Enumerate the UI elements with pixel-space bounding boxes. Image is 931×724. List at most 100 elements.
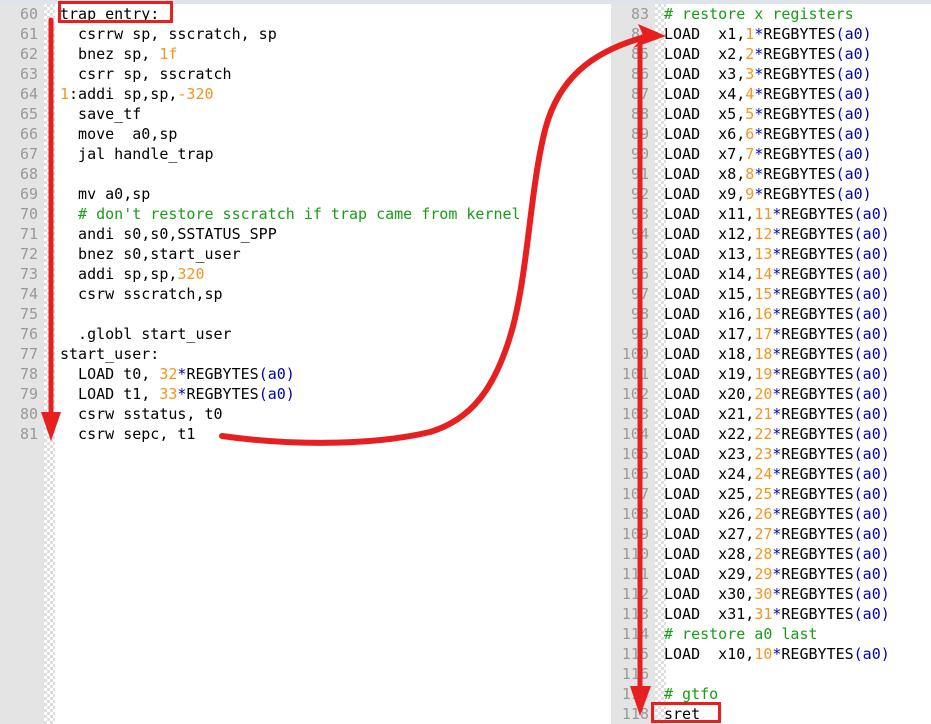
code-line[interactable]: 101 LOAD x19,19*REGBYTES(a0) [604,364,931,384]
code-text[interactable]: LOAD x22,22*REGBYTES(a0) [664,424,890,444]
code-line[interactable]: 93 LOAD x11,11*REGBYTES(a0) [604,204,931,224]
code-text[interactable]: move a0,sp [60,124,177,144]
code-line[interactable]: 84 LOAD x1,1*REGBYTES(a0) [604,24,931,44]
code-text[interactable]: .globl start_user [60,324,232,344]
code-pane-left[interactable]: 60 trap_entry: 61 csrrw sp, sscratch, sp 62… [0,4,604,724]
code-text[interactable]: LOAD x28,28*REGBYTES(a0) [664,544,890,564]
code-text[interactable]: LOAD x19,19*REGBYTES(a0) [664,364,890,384]
code-text[interactable]: LOAD x3,3*REGBYTES(a0) [664,64,872,84]
code-line[interactable]: 81 csrw sepc, t1 [0,424,604,444]
code-text[interactable]: # restore x registers [664,4,854,24]
code-text[interactable]: LOAD x18,18*REGBYTES(a0) [664,344,890,364]
code-line[interactable]: 109 LOAD x27,27*REGBYTES(a0) [604,524,931,544]
code-line[interactable]: 106 LOAD x24,24*REGBYTES(a0) [604,464,931,484]
code-text[interactable]: LOAD x27,27*REGBYTES(a0) [664,524,890,544]
code-line[interactable]: 64 1:addi sp,sp,-320 [0,84,604,104]
code-line[interactable]: 65 save_tf [0,104,604,124]
code-text[interactable]: LOAD x16,16*REGBYTES(a0) [664,304,890,324]
code-text[interactable]: LOAD x8,8*REGBYTES(a0) [664,164,872,184]
code-line[interactable]: 105 LOAD x23,23*REGBYTES(a0) [604,444,931,464]
code-text[interactable]: LOAD x29,29*REGBYTES(a0) [664,564,890,584]
code-text[interactable]: LOAD t0, 32*REGBYTES(a0) [60,364,295,384]
code-line[interactable]: 76 .globl start_user [0,324,604,344]
code-text[interactable]: csrw sepc, t1 [60,424,195,444]
code-text[interactable]: andi s0,s0,SSTATUS_SPP [60,224,277,244]
code-line[interactable]: 66 move a0,sp [0,124,604,144]
code-text[interactable]: save_tf [60,104,141,124]
code-line[interactable]: 103 LOAD x21,21*REGBYTES(a0) [604,404,931,424]
code-line[interactable]: 102 LOAD x20,20*REGBYTES(a0) [604,384,931,404]
code-line[interactable]: 70 # don't restore sscratch if trap came… [0,204,604,224]
code-text[interactable]: LOAD x13,13*REGBYTES(a0) [664,244,890,264]
code-line[interactable]: 85 LOAD x2,2*REGBYTES(a0) [604,44,931,64]
code-lines-right[interactable]: 83 # restore x registers 84 LOAD x1,1*REGBY… [604,4,931,724]
code-text[interactable]: LOAD x17,17*REGBYTES(a0) [664,324,890,344]
code-text[interactable]: LOAD x10,10*REGBYTES(a0) [664,644,890,664]
code-text[interactable]: mv a0,sp [60,184,150,204]
code-line[interactable]: 111 LOAD x29,29*REGBYTES(a0) [604,564,931,584]
code-line[interactable]: 83 # restore x registers [604,4,931,24]
code-text[interactable]: LOAD x24,24*REGBYTES(a0) [664,464,890,484]
code-line[interactable]: 87 LOAD x4,4*REGBYTES(a0) [604,84,931,104]
code-line[interactable]: 62 bnez sp, 1f [0,44,604,64]
code-line[interactable]: 110 LOAD x28,28*REGBYTES(a0) [604,544,931,564]
code-line[interactable]: 94 LOAD x12,12*REGBYTES(a0) [604,224,931,244]
code-line[interactable]: 69 mv a0,sp [0,184,604,204]
code-pane-right[interactable]: 83 # restore x registers 84 LOAD x1,1*REGBY… [604,4,931,724]
code-text[interactable]: csrw sscratch,sp [60,284,223,304]
code-line[interactable]: 96 LOAD x14,14*REGBYTES(a0) [604,264,931,284]
code-text[interactable]: LOAD x14,14*REGBYTES(a0) [664,264,890,284]
code-text[interactable]: csrw sstatus, t0 [60,404,223,424]
code-line[interactable]: 91 LOAD x8,8*REGBYTES(a0) [604,164,931,184]
code-line[interactable]: 104 LOAD x22,22*REGBYTES(a0) [604,424,931,444]
code-text[interactable]: addi sp,sp,320 [60,264,204,284]
code-line[interactable]: 107 LOAD x25,25*REGBYTES(a0) [604,484,931,504]
code-text[interactable]: LOAD x5,5*REGBYTES(a0) [664,104,872,124]
code-text[interactable]: csrr sp, sscratch [60,64,232,84]
code-text[interactable]: 1:addi sp,sp,-320 [60,84,214,104]
code-line[interactable]: 95 LOAD x13,13*REGBYTES(a0) [604,244,931,264]
code-text[interactable]: LOAD x4,4*REGBYTES(a0) [664,84,872,104]
code-text[interactable]: LOAD x25,25*REGBYTES(a0) [664,484,890,504]
code-line[interactable]: 73 addi sp,sp,320 [0,264,604,284]
code-line[interactable]: 88 LOAD x5,5*REGBYTES(a0) [604,104,931,124]
code-line[interactable]: 80 csrw sstatus, t0 [0,404,604,424]
code-text[interactable]: LOAD x23,23*REGBYTES(a0) [664,444,890,464]
code-line[interactable]: 116 [604,664,931,684]
code-line[interactable]: 72 bnez s0,start_user [0,244,604,264]
code-line[interactable]: 79 LOAD t1, 33*REGBYTES(a0) [0,384,604,404]
code-line[interactable]: 61 csrrw sp, sscratch, sp [0,24,604,44]
code-text[interactable]: LOAD x11,11*REGBYTES(a0) [664,204,890,224]
code-text[interactable]: LOAD x30,30*REGBYTES(a0) [664,584,890,604]
code-text[interactable]: bnez s0,start_user [60,244,241,264]
code-text[interactable]: LOAD x31,31*REGBYTES(a0) [664,604,890,624]
code-line[interactable]: 63 csrr sp, sscratch [0,64,604,84]
code-line[interactable]: 92 LOAD x9,9*REGBYTES(a0) [604,184,931,204]
code-text[interactable]: LOAD x9,9*REGBYTES(a0) [664,184,872,204]
code-text[interactable]: LOAD x2,2*REGBYTES(a0) [664,44,872,64]
code-line[interactable]: 78 LOAD t0, 32*REGBYTES(a0) [0,364,604,384]
code-line[interactable]: 90 LOAD x7,7*REGBYTES(a0) [604,144,931,164]
code-text[interactable]: LOAD x7,7*REGBYTES(a0) [664,144,872,164]
code-line[interactable]: 117 # gtfo [604,684,931,704]
code-text[interactable]: # restore a0 last [664,624,818,644]
code-line[interactable]: 112 LOAD x30,30*REGBYTES(a0) [604,584,931,604]
code-text[interactable]: LOAD x21,21*REGBYTES(a0) [664,404,890,424]
code-lines-left[interactable]: 60 trap_entry: 61 csrrw sp, sscratch, sp 62… [0,4,604,444]
code-line[interactable]: 97 LOAD x15,15*REGBYTES(a0) [604,284,931,304]
code-text[interactable]: LOAD x15,15*REGBYTES(a0) [664,284,890,304]
code-line[interactable]: 108 LOAD x26,26*REGBYTES(a0) [604,504,931,524]
code-line[interactable]: 86 LOAD x3,3*REGBYTES(a0) [604,64,931,84]
code-line[interactable]: 71 andi s0,s0,SSTATUS_SPP [0,224,604,244]
code-text[interactable]: LOAD x20,20*REGBYTES(a0) [664,384,890,404]
code-text[interactable]: bnez sp, 1f [60,44,177,64]
code-text[interactable]: LOAD x1,1*REGBYTES(a0) [664,24,872,44]
code-text[interactable]: csrrw sp, sscratch, sp [60,24,277,44]
code-text[interactable]: # gtfo [664,684,718,704]
code-line[interactable]: 75 [0,304,604,324]
code-line[interactable]: 68 [0,164,604,184]
code-line[interactable]: 67 jal handle_trap [0,144,604,164]
code-line[interactable]: 74 csrw sscratch,sp [0,284,604,304]
code-text[interactable]: LOAD x26,26*REGBYTES(a0) [664,504,890,524]
code-line[interactable]: 77 start_user: [0,344,604,364]
